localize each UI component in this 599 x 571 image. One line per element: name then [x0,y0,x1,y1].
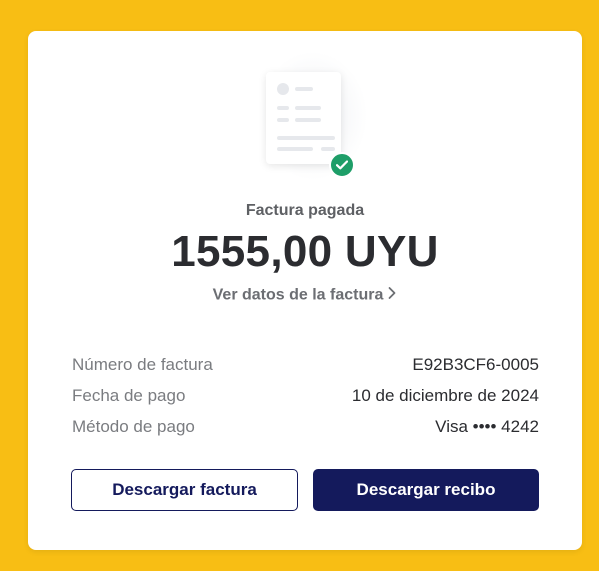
invoice-amount: 1555,00 UYU [171,227,439,276]
document-line [277,136,335,140]
info-row-invoice-number: Número de factura E92B3CF6-0005 [72,349,539,380]
info-label: Fecha de pago [72,385,186,405]
chevron-right-icon [387,286,397,305]
check-circle-icon [329,152,355,178]
view-invoice-details-link[interactable]: Ver datos de la factura [28,286,582,305]
document-line [277,106,289,110]
document-line [295,87,313,91]
document-line [277,118,289,122]
document-avatar-dot [277,83,289,95]
document-line [321,147,335,151]
invoice-info-table: Número de factura E92B3CF6-0005 Fecha de… [72,349,539,442]
info-row-payment-date: Fecha de pago 10 de diciembre de 2024 [72,380,539,411]
info-label: Método de pago [72,416,195,436]
invoice-document-icon [258,51,368,191]
download-receipt-button[interactable]: Descargar recibo [313,469,539,511]
invoice-card: Factura pagada 1555,00 UYU Ver datos de … [28,31,582,550]
download-invoice-button[interactable]: Descargar factura [71,469,298,511]
info-label: Número de factura [72,354,213,374]
document-line [295,106,321,110]
document-line [295,118,321,122]
document-paper [266,72,341,164]
info-value: E92B3CF6-0005 [412,354,539,374]
document-line [277,147,313,151]
invoice-status: Factura pagada [245,202,365,219]
info-row-payment-method: Método de pago Visa •••• 4242 [72,411,539,442]
info-value: Visa •••• 4242 [435,416,539,436]
view-invoice-details-label: Ver datos de la factura [212,286,384,304]
info-value: 10 de diciembre de 2024 [351,385,539,405]
